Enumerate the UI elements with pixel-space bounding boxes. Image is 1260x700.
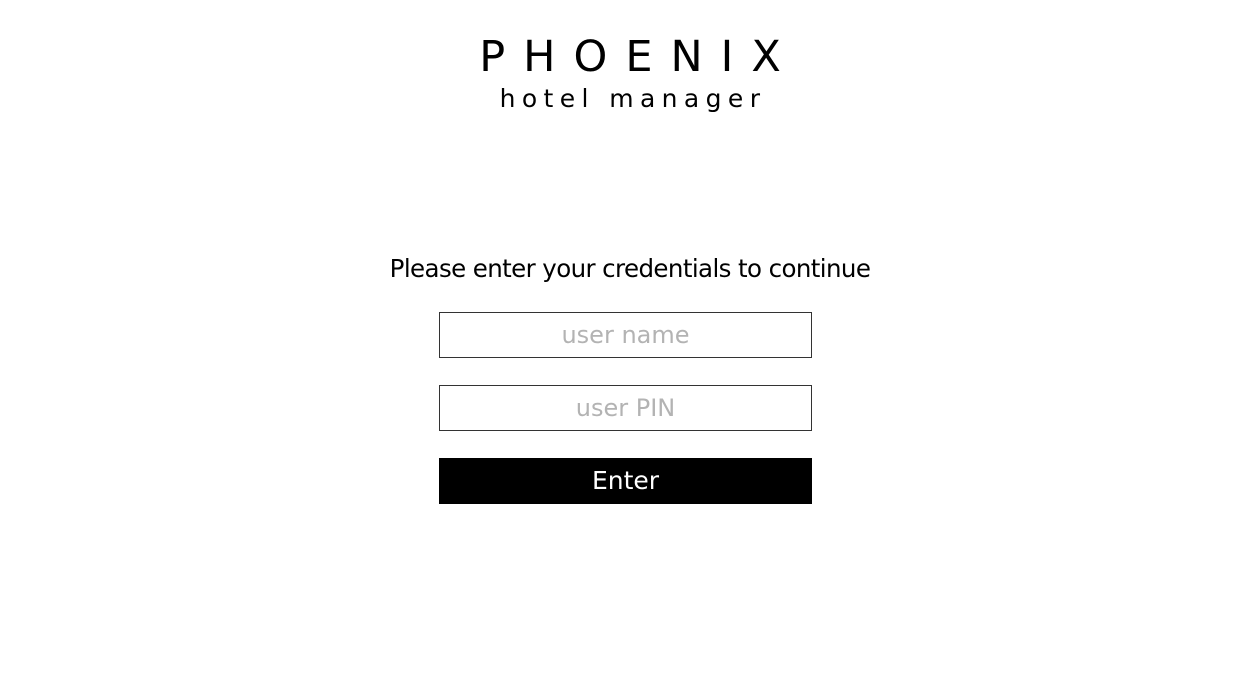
logo-subtitle: hotel manager	[499, 84, 767, 113]
pin-input[interactable]	[439, 385, 812, 431]
login-prompt: Please enter your credentials to continu…	[389, 254, 871, 283]
username-input[interactable]	[439, 312, 812, 358]
enter-button[interactable]: Enter	[439, 458, 812, 504]
logo-title: PHOENIX	[479, 32, 799, 82]
